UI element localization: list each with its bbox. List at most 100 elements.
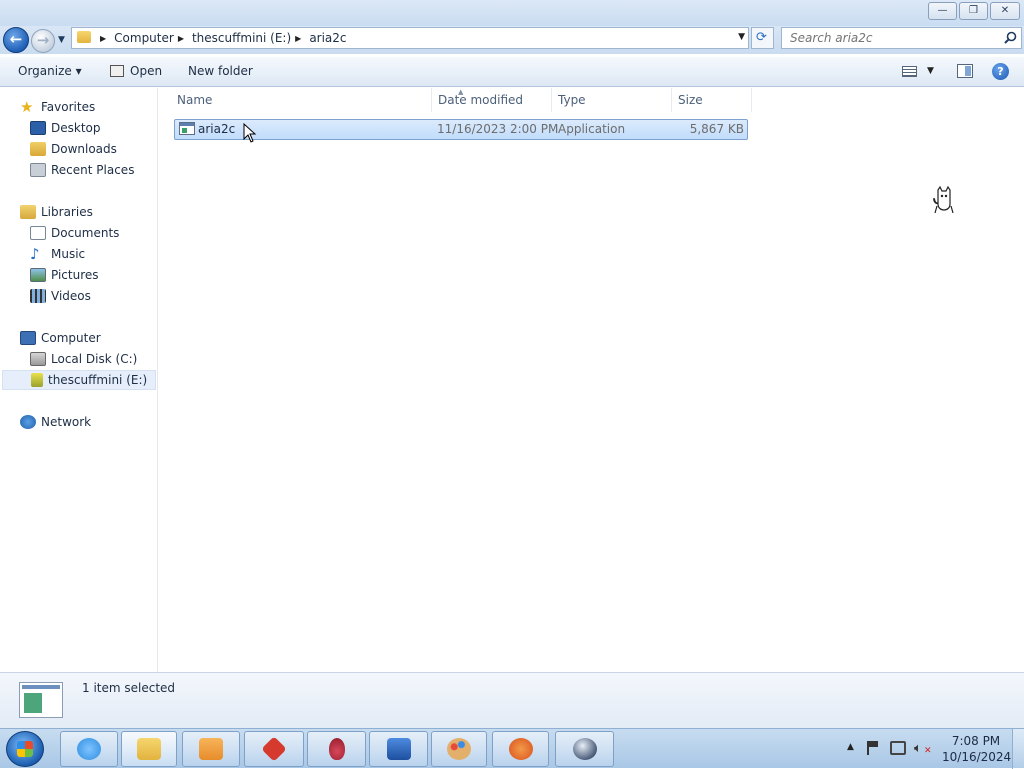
breadcrumb-computer[interactable]: Computer xyxy=(114,31,174,45)
refresh-icon: ⟳ xyxy=(756,30,767,45)
breadcrumb-separator-icon[interactable]: ▶ xyxy=(100,34,106,43)
organize-menu-button[interactable]: Organize ▾ xyxy=(18,64,82,78)
column-header-size[interactable]: Size xyxy=(672,88,752,112)
sidebar-item-music[interactable]: ♪ Music xyxy=(30,244,85,264)
forward-button[interactable]: → xyxy=(31,29,55,53)
sidebar-item-label: Videos xyxy=(51,289,91,303)
volume-icon[interactable]: 🔈︎ xyxy=(914,741,922,756)
system-tray: ▲ 🔈︎ ✕ 7:08 PM 10/16/2024 xyxy=(840,729,1024,769)
creature-sprite-icon[interactable] xyxy=(934,186,954,218)
sidebar-item-local-disk[interactable]: Local Disk (C:) xyxy=(30,349,137,369)
red-fruit-icon xyxy=(328,738,345,760)
back-arrow-icon: ← xyxy=(9,30,23,49)
sidebar-item-libraries[interactable]: Libraries xyxy=(20,202,93,222)
start-button[interactable] xyxy=(6,731,44,767)
column-header-date-modified[interactable]: Date modified xyxy=(432,88,552,112)
file-name: aria2c xyxy=(198,122,236,136)
red-app-icon xyxy=(261,736,287,762)
sphere-icon xyxy=(572,738,597,760)
downloads-icon xyxy=(30,142,46,156)
navigation-pane: ★ Favorites Desktop Downloads Recent Pla… xyxy=(0,88,158,672)
clock-date: 10/16/2024 xyxy=(942,750,1012,764)
videos-icon xyxy=(30,289,46,303)
taskbar-red-fruit-app[interactable] xyxy=(307,731,366,767)
network-status-icon[interactable] xyxy=(890,741,906,755)
refresh-button[interactable]: ⟳ xyxy=(751,27,774,49)
help-icon[interactable]: ? xyxy=(992,63,1009,80)
taskbar-paint-brush-app[interactable] xyxy=(492,731,549,767)
command-bar: Organize ▾ Open New folder ▼ ? xyxy=(0,57,1024,87)
sidebar-item-label: Downloads xyxy=(51,142,117,156)
taskbar-windows-explorer[interactable] xyxy=(121,731,177,767)
back-button[interactable]: ← xyxy=(3,27,29,53)
details-pane: 1 item selected xyxy=(0,672,1024,728)
preview-pane-icon[interactable] xyxy=(957,64,973,78)
sidebar-item-thescuffmini[interactable]: thescuffmini (E:) xyxy=(2,370,156,390)
taskbar-sphere-app[interactable] xyxy=(555,731,614,767)
media-player-icon xyxy=(199,738,223,760)
address-bar[interactable]: ▶ Computer ▶ thescuffmini (E:) ▶ aria2c … xyxy=(71,27,749,49)
sidebar-item-favorites[interactable]: ★ Favorites xyxy=(20,97,95,117)
minimize-button[interactable]: — xyxy=(928,2,957,20)
column-header-name[interactable]: Name xyxy=(171,88,432,112)
file-type: Application xyxy=(558,122,626,136)
sidebar-item-label: Recent Places xyxy=(51,163,135,177)
close-button[interactable]: ✕ xyxy=(990,2,1020,20)
minimize-icon: — xyxy=(937,5,948,16)
music-icon: ♪ xyxy=(30,245,40,263)
sidebar-item-pictures[interactable]: Pictures xyxy=(30,265,99,285)
close-icon: ✕ xyxy=(1000,5,1010,16)
application-thumbnail-icon xyxy=(19,682,63,718)
muted-indicator-icon: ✕ xyxy=(924,746,932,756)
search-icon[interactable] xyxy=(1004,31,1017,44)
new-folder-button[interactable]: New folder xyxy=(188,64,253,78)
action-center-flag-icon[interactable] xyxy=(867,741,879,755)
application-icon xyxy=(179,122,195,135)
sidebar-item-computer[interactable]: Computer xyxy=(20,328,101,348)
taskbar-blue-building-app[interactable] xyxy=(369,731,428,767)
taskbar-paint[interactable] xyxy=(431,731,487,767)
recent-places-icon xyxy=(30,163,46,177)
computer-icon xyxy=(20,331,36,345)
taskbar-red-app[interactable] xyxy=(244,731,304,767)
sidebar-item-label: Documents xyxy=(51,226,120,240)
sidebar-item-desktop[interactable]: Desktop xyxy=(30,118,101,138)
open-button[interactable]: Open xyxy=(110,64,162,78)
breadcrumb-drive[interactable]: thescuffmini (E:) xyxy=(192,31,291,45)
address-history-dropdown-icon[interactable]: ▼ xyxy=(738,32,745,42)
local-disk-icon xyxy=(30,352,46,366)
maximize-button[interactable]: ❐ xyxy=(959,2,988,20)
sidebar-item-videos[interactable]: Videos xyxy=(30,286,91,306)
sidebar-item-downloads[interactable]: Downloads xyxy=(30,139,117,159)
open-label: Open xyxy=(130,64,163,78)
pictures-icon xyxy=(30,268,46,282)
show-hidden-icons-icon[interactable]: ▲ xyxy=(847,742,854,752)
clock[interactable]: 7:08 PM 10/16/2024 xyxy=(942,733,1012,765)
view-options-dropdown-icon[interactable]: ▼ xyxy=(927,66,934,76)
search-input[interactable] xyxy=(782,28,992,48)
paint-palette-icon xyxy=(447,738,471,760)
breadcrumb-folder[interactable]: aria2c xyxy=(309,31,346,45)
blue-building-icon xyxy=(386,738,411,760)
documents-icon xyxy=(30,226,46,240)
show-desktop-button[interactable] xyxy=(1012,729,1024,769)
desktop-icon xyxy=(30,121,46,135)
column-header-type[interactable]: Type xyxy=(552,88,672,112)
file-row-aria2c[interactable]: aria2c 11/16/2023 2:00 PM Application 5,… xyxy=(174,119,748,140)
change-view-icon[interactable] xyxy=(902,66,917,77)
forward-arrow-icon: → xyxy=(36,31,50,50)
taskbar-media-player[interactable] xyxy=(182,731,240,767)
clock-time: 7:08 PM xyxy=(951,734,1001,748)
sidebar-item-label: Favorites xyxy=(41,100,96,114)
sidebar-item-network[interactable]: Network xyxy=(20,412,91,432)
breadcrumb-separator-icon[interactable]: ▶ xyxy=(295,34,301,43)
sidebar-item-label: Libraries xyxy=(41,205,93,219)
sidebar-item-recent-places[interactable]: Recent Places xyxy=(30,160,134,180)
taskbar-internet-explorer[interactable] xyxy=(60,731,118,767)
sidebar-item-label: Computer xyxy=(41,331,101,345)
sidebar-item-documents[interactable]: Documents xyxy=(30,223,119,243)
caption-buttons: — ❐ ✕ xyxy=(928,2,1020,20)
breadcrumb-separator-icon[interactable]: ▶ xyxy=(178,34,184,43)
recent-pages-dropdown-icon[interactable]: ▼ xyxy=(58,35,65,45)
sidebar-item-label: Music xyxy=(51,247,86,261)
